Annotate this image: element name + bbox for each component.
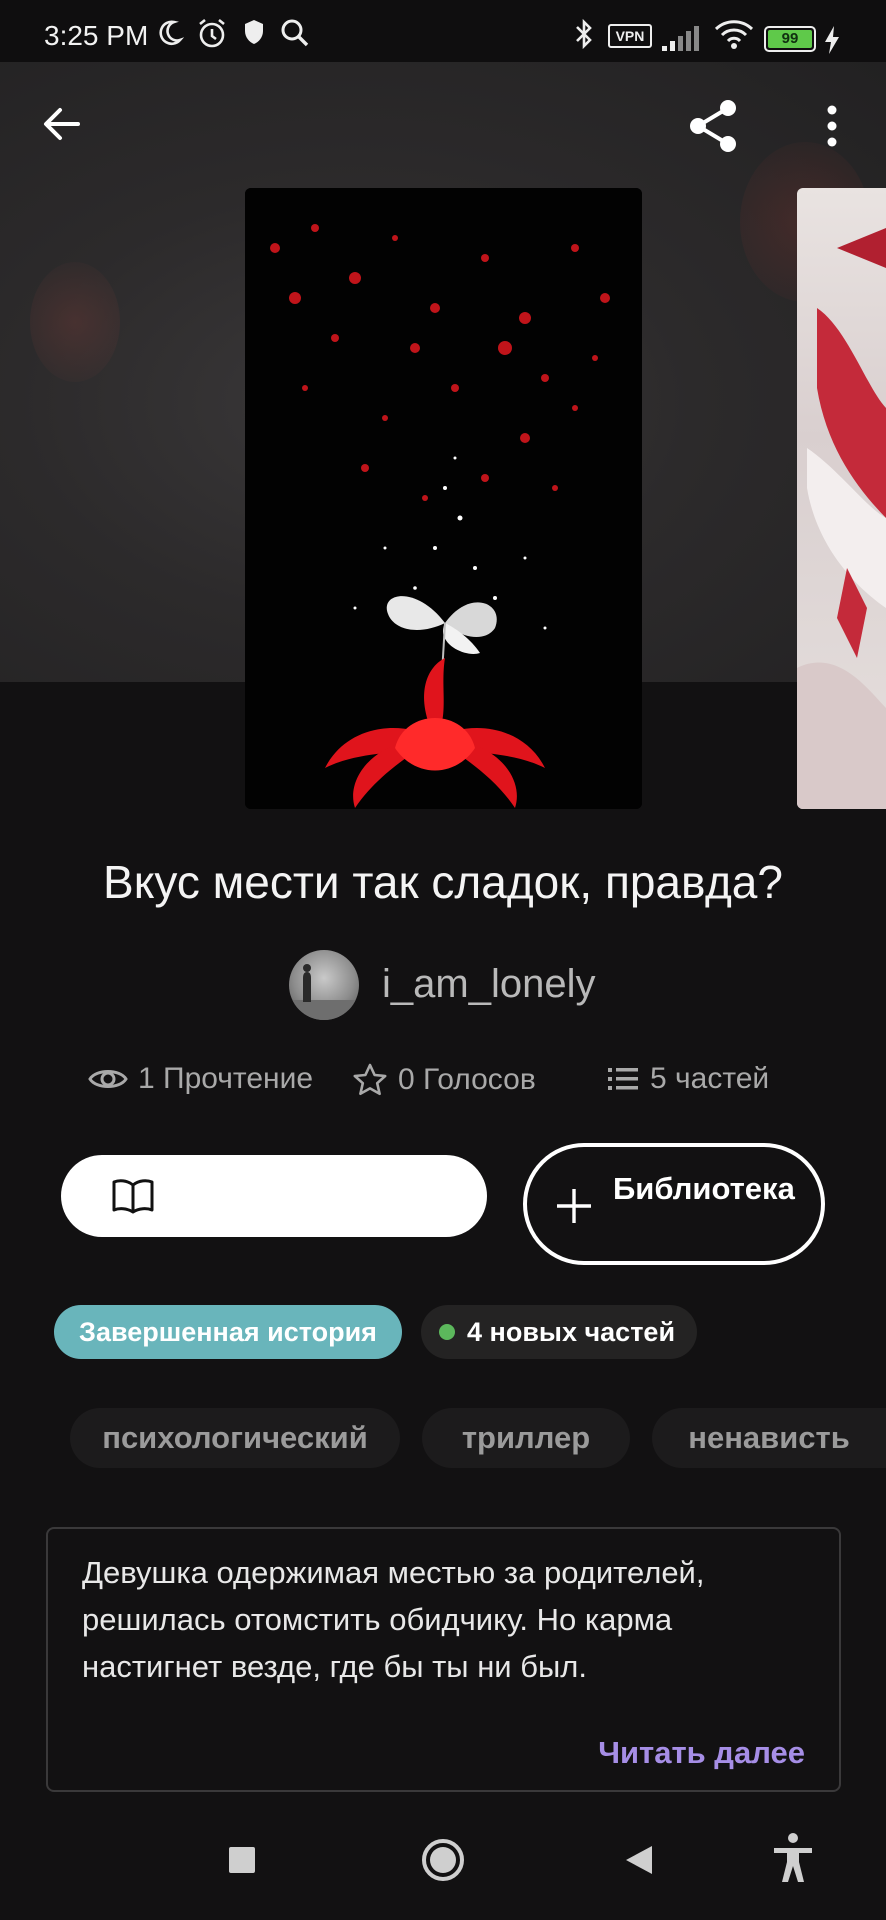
reads-stat: 1 Прочтение (88, 1062, 313, 1096)
star-icon (353, 1063, 387, 1096)
parts-stat: 5 частей (608, 1062, 769, 1096)
read-more-link[interactable]: Читать далее (598, 1735, 805, 1771)
back-triangle-icon[interactable] (624, 1844, 654, 1876)
author-row[interactable]: i_am_lonely (0, 950, 886, 1020)
new-parts-badge: 4 новых частей (421, 1305, 697, 1359)
vpn-icon: VPN (608, 24, 652, 48)
plus-icon (557, 1189, 591, 1223)
back-arrow-icon[interactable] (40, 102, 84, 146)
book-icon (112, 1179, 154, 1214)
tag-chip[interactable]: психологический (70, 1408, 400, 1468)
more-vert-icon[interactable] (820, 104, 844, 152)
parts-count: 5 частей (650, 1062, 770, 1095)
battery-icon: 99 (764, 26, 816, 52)
author-name[interactable]: i_am_lonely (382, 962, 595, 1007)
moon-icon (159, 20, 184, 45)
shield-icon (245, 20, 263, 44)
tag-chip[interactable]: ненависть (652, 1408, 886, 1468)
recents-square-icon[interactable] (228, 1846, 256, 1874)
story-title: Вкус мести так сладок, правда? (103, 856, 783, 908)
reads-count: 1 Прочтение (138, 1062, 314, 1095)
story-description-card: Девушка одержимая местью за родителей, р… (46, 1527, 841, 1792)
bluetooth-icon (576, 18, 592, 50)
alarm-icon (199, 18, 225, 48)
add-to-library-button[interactable]: Библиотека (523, 1143, 825, 1265)
tag-chip[interactable]: триллер (422, 1408, 630, 1468)
votes-stat: 0 Голосов (352, 1062, 536, 1098)
read-button[interactable] (61, 1155, 487, 1237)
battery-level: 99 (768, 30, 812, 48)
new-parts-label: 4 новых частей (467, 1316, 676, 1347)
system-nav-bar (0, 1810, 886, 1920)
accessibility-icon[interactable] (772, 1832, 814, 1884)
status-badge: Завершенная история (54, 1305, 402, 1359)
list-icon (608, 1068, 638, 1090)
story-description: Девушка одержимая местью за родителей, р… (82, 1555, 705, 1684)
wifi-icon (714, 20, 754, 49)
signal-icon (662, 26, 699, 51)
avatar[interactable] (289, 950, 359, 1020)
library-button-label: Библиотека (613, 1171, 795, 1206)
next-story-cover-image[interactable] (797, 188, 886, 809)
charging-icon (825, 26, 839, 54)
status-time: 3:25 PM (44, 20, 149, 51)
story-cover-image[interactable] (245, 188, 642, 809)
eye-icon (88, 1070, 128, 1088)
home-circle-icon[interactable] (421, 1838, 465, 1882)
share-icon[interactable] (686, 98, 742, 154)
search-icon (281, 19, 309, 47)
new-parts-dot (439, 1324, 455, 1340)
votes-count: 0 Голосов (398, 1063, 536, 1096)
status-bar: 3:25 PM VPN 99 (0, 0, 886, 62)
